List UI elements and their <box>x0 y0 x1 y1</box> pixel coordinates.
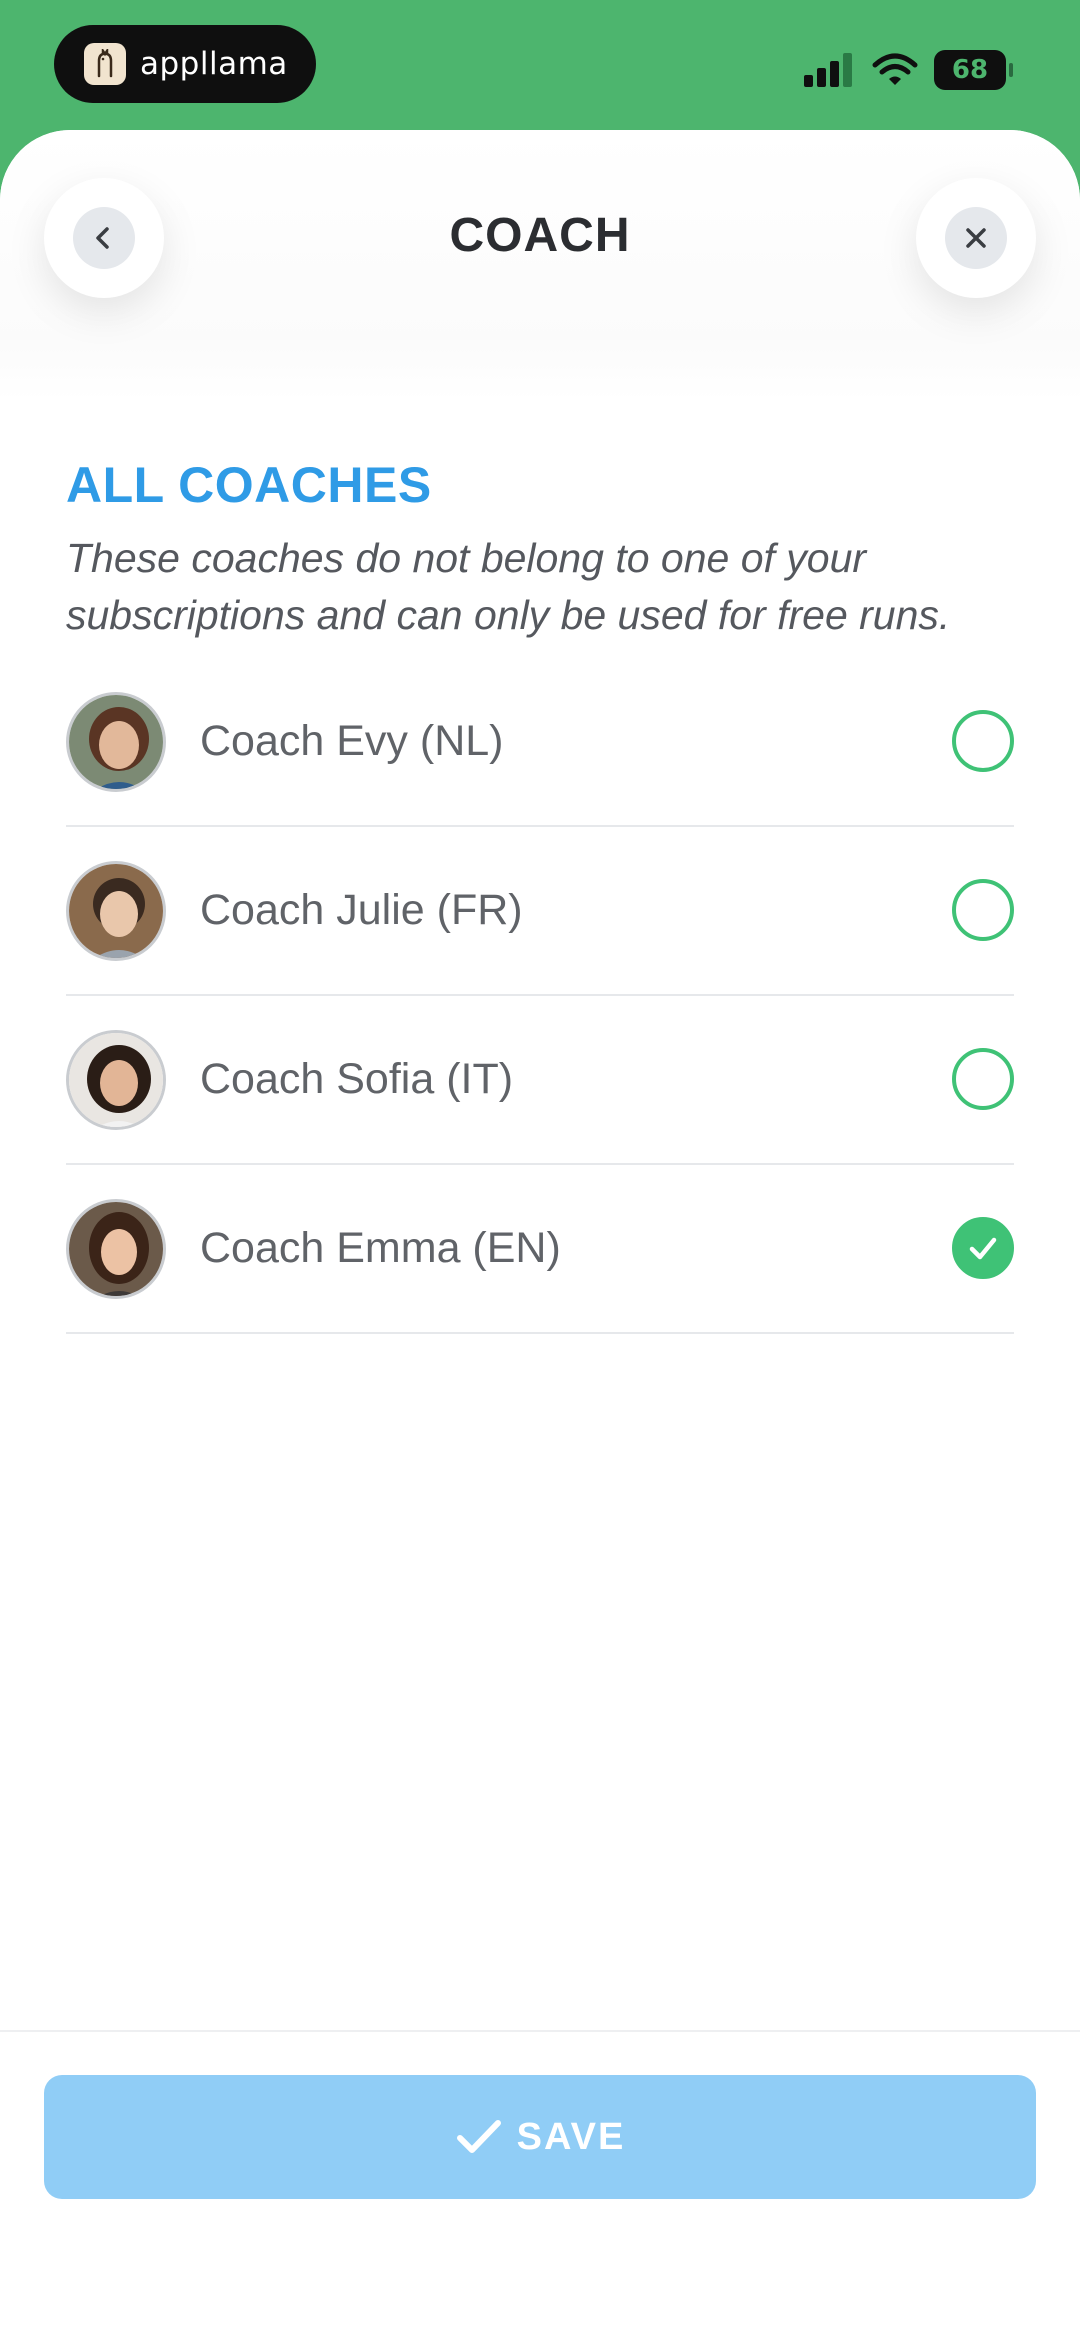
battery-level: 68 <box>951 55 989 85</box>
status-icons: 68 <box>804 48 1013 92</box>
avatar <box>66 860 166 961</box>
app-pill-label: appllama <box>140 46 288 82</box>
close-button[interactable] <box>916 178 1036 298</box>
battery-indicator: 68 <box>934 50 1013 90</box>
avatar <box>66 1198 166 1299</box>
app-pill[interactable]: appllama <box>54 25 316 103</box>
save-label: SAVE <box>516 2115 626 2158</box>
radio-unchecked-icon[interactable] <box>952 710 1014 772</box>
coach-row-emma[interactable]: Coach Emma (EN) <box>66 1165 1014 1334</box>
avatar <box>66 691 166 792</box>
cellular-signal-icon <box>804 53 852 87</box>
llama-logo-icon <box>84 43 126 85</box>
status-bar: appllama 68 <box>0 0 1080 130</box>
section-description: These coaches do not belong to one of yo… <box>66 535 951 638</box>
coach-row-sofia[interactable]: Coach Sofia (IT) <box>66 996 1014 1165</box>
checkmark-icon <box>456 2120 501 2153</box>
radio-checked-icon[interactable] <box>952 1217 1014 1279</box>
coach-row-evy[interactable]: Coach Evy (NL) <box>66 658 1014 827</box>
radio-unchecked-icon[interactable] <box>952 1048 1014 1110</box>
coach-sheet: COACH ALL COACHES These coaches do not b… <box>0 130 1080 2337</box>
avatar <box>66 1029 166 1130</box>
close-icon <box>945 207 1007 269</box>
footer-divider <box>0 2030 1080 2032</box>
coach-row-julie[interactable]: Coach Julie (FR) <box>66 827 1014 996</box>
coach-list: Coach Evy (NL) Coach Julie (FR) Coach So… <box>66 658 1014 1334</box>
section-title: ALL COACHES <box>66 457 432 513</box>
coach-name: Coach Sofia (IT) <box>200 1055 514 1103</box>
save-button[interactable]: SAVE <box>44 2075 1036 2199</box>
coach-name: Coach Emma (EN) <box>200 1224 561 1272</box>
header-area <box>0 130 1080 400</box>
coach-name: Coach Julie (FR) <box>200 886 523 934</box>
wifi-icon <box>872 53 918 85</box>
radio-unchecked-icon[interactable] <box>952 879 1014 941</box>
coach-name: Coach Evy (NL) <box>200 717 504 765</box>
